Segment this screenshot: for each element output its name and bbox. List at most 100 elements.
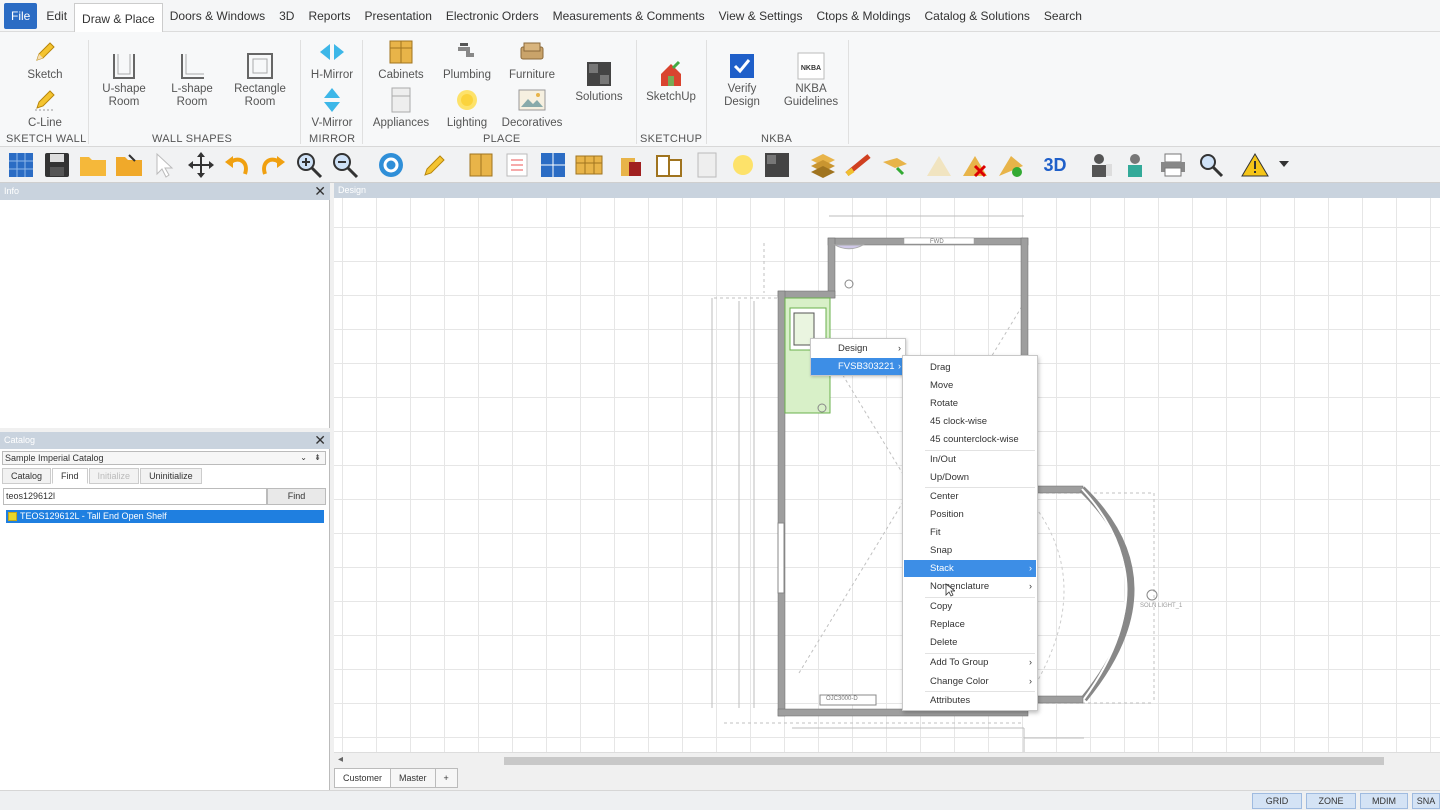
undo-icon[interactable] (222, 150, 252, 180)
rectangle-room-button[interactable]: Rectangle Room (232, 52, 288, 109)
menu-measurements-comments[interactable]: Measurements & Comments (546, 3, 712, 29)
elevation-icon[interactable] (574, 150, 604, 180)
mdim-toggle[interactable]: MDIM (1360, 793, 1408, 809)
h-mirror-button[interactable]: H-Mirror (308, 38, 356, 82)
move-arrows-icon[interactable] (186, 150, 216, 180)
tab-find[interactable]: Find (52, 468, 88, 484)
select-arrow-icon[interactable] (150, 150, 180, 180)
horizontal-scrollbar[interactable]: ◂ (334, 752, 1440, 768)
plumbing-button[interactable]: Plumbing (440, 38, 494, 82)
add-layer-icon[interactable] (996, 150, 1026, 180)
scrollbar-thumb[interactable] (504, 757, 1384, 765)
menu-item-fvsb303221[interactable]: FVSB303221 › (811, 358, 905, 375)
menu-draw-place[interactable]: Draw & Place (74, 2, 163, 33)
sketchup-button[interactable]: SketchUp (642, 60, 700, 104)
window-tool-icon[interactable] (654, 150, 684, 180)
list-icon[interactable] (502, 150, 532, 180)
nkba-guidelines-button[interactable]: NKBA NKBA Guidelines (780, 52, 842, 109)
menu-item-nomenclature[interactable]: Nomenclature › (904, 578, 1036, 595)
menu-reports[interactable]: Reports (301, 3, 357, 29)
menu-item-delete[interactable]: Delete (904, 634, 1036, 651)
menu-search[interactable]: Search (1037, 3, 1089, 29)
v-mirror-button[interactable]: V-Mirror (308, 86, 356, 130)
menu-item-move[interactable]: Move (904, 377, 1036, 394)
menu-doors-windows[interactable]: Doors & Windows (163, 3, 272, 29)
u-shape-room-button[interactable]: U-shape Room (100, 52, 148, 109)
cabinet-tool-icon[interactable] (466, 150, 496, 180)
design-canvas[interactable]: FWD OJC3000-D SOLN LIGHT_1 (334, 183, 1440, 765)
appliances-button[interactable]: Appliances (370, 86, 432, 130)
menu-catalog-solutions[interactable]: Catalog & Solutions (918, 3, 1037, 29)
search-input[interactable]: teos129612l (3, 488, 267, 505)
cabinets-button[interactable]: Cabinets (374, 38, 428, 82)
tab-master[interactable]: Master (390, 768, 436, 788)
verify-design-button[interactable]: Verify Design (714, 52, 770, 109)
menu-item-in-out[interactable]: In/Out (904, 451, 1036, 468)
designer-icon[interactable] (1122, 150, 1152, 180)
print-icon[interactable] (1158, 150, 1188, 180)
catalog-close-icon[interactable]: ✕ (314, 432, 326, 448)
search-icon[interactable] (1196, 150, 1226, 180)
zoom-out-icon[interactable] (330, 150, 360, 180)
tab-uninitialize[interactable]: Uninitialize (140, 468, 202, 484)
menu-item-stack[interactable]: Stack › (904, 560, 1036, 577)
appliance-tool-icon[interactable] (692, 150, 722, 180)
tab-customer[interactable]: Customer (334, 768, 392, 788)
menu-item-45-clockwise[interactable]: 45 clock-wise (904, 413, 1036, 430)
menu-item-45-counterclockwise[interactable]: 45 counterclock-wise (904, 431, 1036, 448)
user-icon[interactable] (1086, 150, 1116, 180)
solutions-button[interactable]: Solutions (570, 60, 628, 104)
l-shape-room-button[interactable]: L-shape Room (168, 52, 216, 109)
grid-toggle[interactable]: GRID (1252, 793, 1302, 809)
menu-item-change-color[interactable]: Change Color › (904, 673, 1036, 690)
redo-icon[interactable] (258, 150, 288, 180)
tab-initialize[interactable]: Initialize (88, 468, 140, 484)
cline-button[interactable]: C-Line (24, 86, 66, 130)
menu-item-position[interactable]: Position (904, 506, 1036, 523)
menu-ctops-moldings[interactable]: Ctops & Moldings (809, 3, 917, 29)
menu-item-attributes[interactable]: Attributes (904, 692, 1036, 709)
toolbar-dropdown-icon[interactable] (1272, 150, 1296, 180)
light-tool-icon[interactable] (728, 150, 758, 180)
layout-grid-icon[interactable] (538, 150, 568, 180)
menu-item-fit[interactable]: Fit (904, 524, 1036, 541)
menu-item-up-down[interactable]: Up/Down (904, 469, 1036, 486)
pin-icon[interactable]: ⇟ (314, 452, 321, 464)
decoratives-button[interactable]: Decoratives (500, 86, 564, 130)
molding-icon[interactable] (844, 150, 874, 180)
folder-icon[interactable] (114, 150, 144, 180)
edit-pencil-icon[interactable] (420, 150, 450, 180)
menu-presentation[interactable]: Presentation (357, 3, 438, 29)
menu-view-settings[interactable]: View & Settings (712, 3, 810, 29)
menu-item-copy[interactable]: Copy (904, 598, 1036, 615)
menu-item-design[interactable]: Design › (811, 340, 905, 357)
find-button[interactable]: Find (267, 488, 326, 505)
sketch-button[interactable]: Sketch (24, 38, 66, 82)
menu-3d[interactable]: 3D (272, 3, 301, 29)
fan-icon[interactable] (924, 150, 954, 180)
warning-icon[interactable] (1240, 150, 1270, 180)
new-grid-icon[interactable] (6, 150, 36, 180)
catalog-select[interactable]: Sample Imperial Catalog ⌄ ⇟ (2, 451, 326, 465)
door-tool-icon[interactable] (618, 150, 648, 180)
add-tab-button[interactable]: + (434, 768, 458, 788)
menu-item-center[interactable]: Center (904, 488, 1036, 505)
snap-toggle[interactable]: SNA (1412, 793, 1440, 809)
refresh-icon[interactable] (376, 150, 406, 180)
lighting-button[interactable]: Lighting (440, 86, 494, 130)
open-folder-icon[interactable] (78, 150, 108, 180)
view-3d-icon[interactable]: 3D (1040, 150, 1070, 180)
zone-toggle[interactable]: ZONE (1306, 793, 1356, 809)
menu-electronic-orders[interactable]: Electronic Orders (439, 3, 546, 29)
menu-item-replace[interactable]: Replace (904, 616, 1036, 633)
menu-edit[interactable]: Edit (39, 3, 74, 29)
solutions-tool-icon[interactable] (762, 150, 792, 180)
close-icon[interactable]: ✕ (314, 183, 326, 199)
furniture-button[interactable]: Furniture (504, 38, 560, 82)
save-icon[interactable] (42, 150, 72, 180)
menu-item-rotate[interactable]: Rotate (904, 395, 1036, 412)
menu-item-drag[interactable]: Drag (904, 359, 1036, 376)
list-item[interactable]: TEOS129612L - Tall End Open Shelf (6, 510, 324, 523)
menu-item-snap[interactable]: Snap (904, 542, 1036, 559)
scroll-left-icon[interactable]: ◂ (338, 754, 343, 765)
